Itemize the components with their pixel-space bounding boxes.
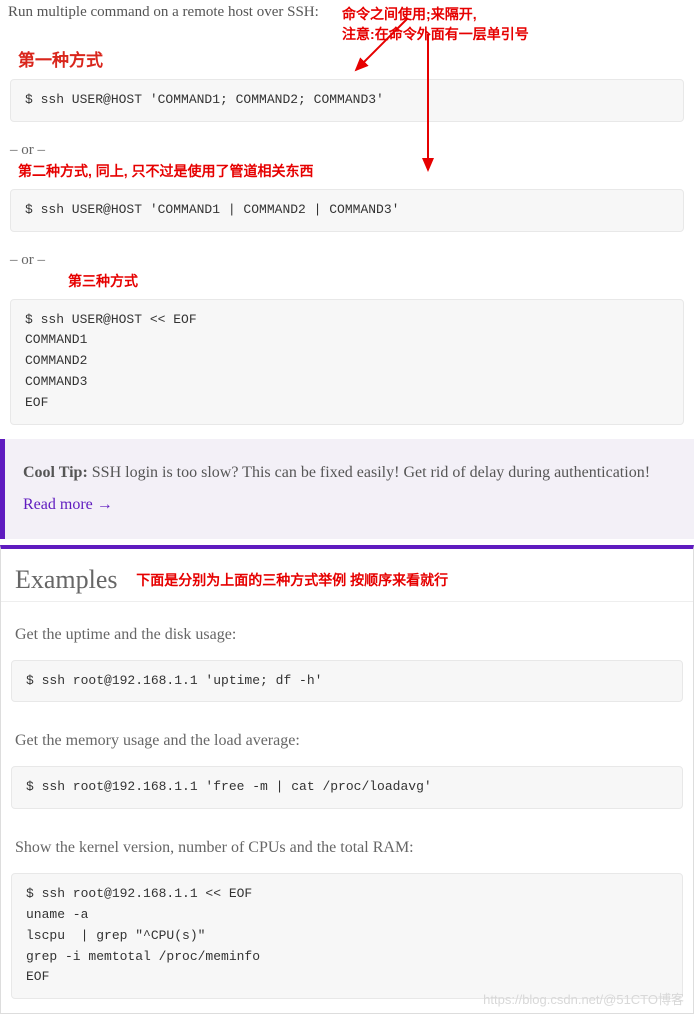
annotation-method-3: 第三种方式 — [0, 271, 694, 295]
example-code-3: $ ssh root@192.168.1.1 << EOF uname -a l… — [11, 873, 683, 999]
code-block-1: $ ssh USER@HOST 'COMMAND1; COMMAND2; COM… — [10, 79, 684, 122]
annotation-note-line2: 注意:在命令外面有一层单引号 — [342, 26, 529, 42]
example-code-2: $ ssh root@192.168.1.1 'free -m | cat /p… — [11, 766, 683, 809]
examples-header: Examples 下面是分别为上面的三种方式举例 按顺序来看就行 — [1, 549, 693, 602]
annotation-note-line1: 命令之间使用;来隔开, — [342, 6, 477, 22]
or-separator-1: – or – — [0, 132, 694, 161]
examples-body: Get the uptime and the disk usage: $ ssh… — [1, 602, 693, 1014]
tip-bold: Cool Tip: — [23, 464, 88, 481]
code-block-2: $ ssh USER@HOST 'COMMAND1 | COMMAND2 | C… — [10, 189, 684, 232]
examples-title: Examples — [15, 565, 118, 595]
annotation-examples-note: 下面是分别为上面的三种方式举例 按顺序来看就行 — [136, 570, 448, 590]
example-code-1: $ ssh root@192.168.1.1 'uptime; df -h' — [11, 660, 683, 703]
intro-row: Run multiple command on a remote host ov… — [0, 0, 694, 46]
intro-text: Run multiple command on a remote host ov… — [8, 4, 319, 20]
example-desc-1: Get the uptime and the disk usage: — [1, 606, 693, 656]
tip-text: SSH login is too slow? This can be fixed… — [88, 464, 650, 481]
examples-section: Examples 下面是分别为上面的三种方式举例 按顺序来看就行 Get the… — [0, 545, 694, 1014]
annotation-note-top: 命令之间使用;来隔开, 注意:在命令外面有一层单引号 — [342, 4, 529, 44]
example-desc-2: Get the memory usage and the load averag… — [1, 712, 693, 762]
annotation-method-1: 第一种方式 — [0, 46, 694, 75]
or-separator-2: – or – — [0, 242, 694, 271]
read-more-link[interactable]: Read more → — [23, 496, 113, 513]
code-block-3: $ ssh USER@HOST << EOF COMMAND1 COMMAND2… — [10, 299, 684, 425]
example-desc-3: Show the kernel version, number of CPUs … — [1, 819, 693, 869]
tip-box: Cool Tip: SSH login is too slow? This ca… — [0, 439, 694, 539]
annotation-method-2: 第二种方式, 同上, 只不过是使用了管道相关东西 — [0, 161, 694, 185]
